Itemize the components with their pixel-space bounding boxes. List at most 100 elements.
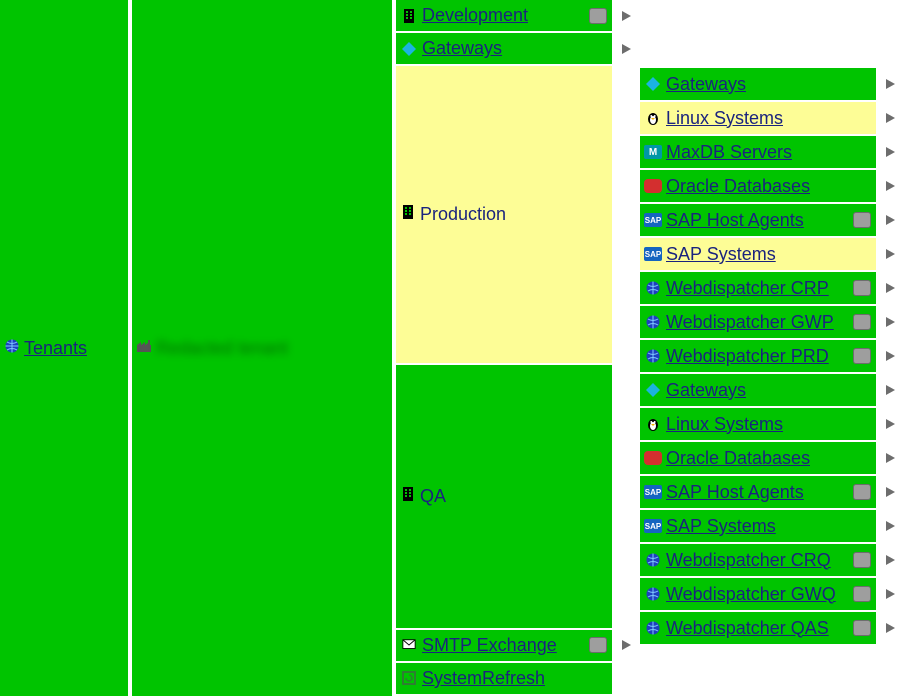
system-cell[interactable]: Webdispatcher GWP xyxy=(640,306,876,338)
system-cell[interactable]: Webdispatcher GWQ xyxy=(640,578,876,610)
expand-arrow-icon[interactable] xyxy=(880,476,900,508)
expand-arrow-icon[interactable] xyxy=(616,0,636,31)
tenant-cell[interactable]: Redacted tenant xyxy=(132,0,392,696)
system-cell[interactable]: Linux Systems xyxy=(640,102,876,134)
expand-arrow-icon[interactable] xyxy=(880,306,900,338)
gateway-icon xyxy=(400,40,418,58)
system-cell[interactable]: Gateways xyxy=(640,68,876,100)
globe-icon xyxy=(644,619,662,637)
env-cell[interactable]: SystemRefresh xyxy=(396,663,612,694)
globe-icon xyxy=(4,338,20,359)
system-row: Webdispatcher QAS xyxy=(640,612,900,644)
system-label[interactable]: Webdispatcher GWQ xyxy=(666,584,836,605)
system-cell[interactable]: Oracle Databases xyxy=(640,442,876,474)
env-label[interactable]: SystemRefresh xyxy=(422,668,545,689)
globe-icon xyxy=(644,585,662,603)
expand-arrow-icon[interactable] xyxy=(880,374,900,406)
expand-arrow-icon[interactable] xyxy=(880,170,900,202)
system-label[interactable]: Oracle Databases xyxy=(666,448,810,469)
expand-arrow-icon[interactable] xyxy=(880,578,900,610)
system-cell[interactable]: MMaxDB Servers xyxy=(640,136,876,168)
system-cell[interactable]: Webdispatcher CRQ xyxy=(640,544,876,576)
system-label[interactable]: Linux Systems xyxy=(666,414,783,435)
system-cell[interactable]: Webdispatcher CRP xyxy=(640,272,876,304)
list-badge-icon xyxy=(854,349,870,363)
tenants-cell[interactable]: Tenants xyxy=(0,0,128,696)
list-badge-icon xyxy=(854,315,870,329)
gateway-icon xyxy=(644,381,662,399)
list-badge-icon xyxy=(854,281,870,295)
system-label[interactable]: SAP Host Agents xyxy=(666,482,804,503)
env-row: QA xyxy=(396,365,636,628)
system-cell[interactable]: Linux Systems xyxy=(640,408,876,440)
list-badge-icon xyxy=(854,553,870,567)
expand-arrow-icon[interactable] xyxy=(616,630,636,661)
list-badge-icon xyxy=(854,621,870,635)
system-row: Webdispatcher CRP xyxy=(640,272,900,304)
expand-arrow-icon[interactable] xyxy=(880,442,900,474)
factory-icon xyxy=(136,338,152,359)
system-label[interactable]: SAP Systems xyxy=(666,244,776,265)
system-label[interactable]: Linux Systems xyxy=(666,108,783,129)
system-row: Webdispatcher CRQ xyxy=(640,544,900,576)
expand-arrow-icon[interactable] xyxy=(880,204,900,236)
env-label[interactable]: SMTP Exchange xyxy=(422,635,557,656)
system-label[interactable]: Webdispatcher PRD xyxy=(666,346,829,367)
expand-arrow-icon[interactable] xyxy=(880,340,900,372)
system-cell[interactable]: Gateways xyxy=(640,374,876,406)
system-label[interactable]: Oracle Databases xyxy=(666,176,810,197)
tux-icon xyxy=(644,109,662,127)
expand-arrow-icon[interactable] xyxy=(880,510,900,542)
building-icon xyxy=(400,204,416,225)
system-cell[interactable]: Webdispatcher QAS xyxy=(640,612,876,644)
system-cell[interactable]: SAPSAP Host Agents xyxy=(640,204,876,236)
system-cell[interactable]: SAPSAP Host Agents xyxy=(640,476,876,508)
building-icon xyxy=(400,486,416,507)
expand-arrow-icon[interactable] xyxy=(880,102,900,134)
col4-leading-spacer xyxy=(640,0,900,68)
system-cell[interactable]: SAPSAP Systems xyxy=(640,510,876,542)
system-label[interactable]: Gateways xyxy=(666,74,746,95)
env-cell[interactable]: SMTP Exchange xyxy=(396,630,612,661)
col-tenants: Tenants xyxy=(0,0,132,696)
tenants-link[interactable]: Tenants xyxy=(24,338,87,359)
env-label[interactable]: Development xyxy=(422,5,528,26)
env-label[interactable]: Gateways xyxy=(422,38,502,59)
system-row: Gateways xyxy=(640,68,900,100)
system-label[interactable]: Webdispatcher CRQ xyxy=(666,550,831,571)
tenant-link-blurred[interactable]: Redacted tenant xyxy=(156,338,288,359)
env-cell[interactable]: Production xyxy=(396,66,612,362)
system-row: SAPSAP Systems xyxy=(640,510,900,542)
sapha-icon: SAP xyxy=(644,211,662,229)
system-row: Gateways xyxy=(640,374,900,406)
expand-arrow-icon[interactable] xyxy=(880,238,900,270)
system-label[interactable]: Webdispatcher GWP xyxy=(666,312,834,333)
system-row: Oracle Databases xyxy=(640,170,900,202)
system-cell[interactable]: Webdispatcher PRD xyxy=(640,340,876,372)
system-label[interactable]: SAP Host Agents xyxy=(666,210,804,231)
expand-arrow-icon[interactable] xyxy=(880,68,900,100)
expand-arrow-icon[interactable] xyxy=(880,408,900,440)
system-label[interactable]: MaxDB Servers xyxy=(666,142,792,163)
env-label[interactable]: Production xyxy=(420,204,506,225)
system-cell[interactable]: SAPSAP Systems xyxy=(640,238,876,270)
env-cell[interactable]: QA xyxy=(396,365,612,628)
env-cell[interactable]: Gateways xyxy=(396,33,612,64)
sapha-icon: SAP xyxy=(644,483,662,501)
oracle-icon xyxy=(644,177,662,195)
expand-arrow-icon[interactable] xyxy=(880,612,900,644)
expand-arrow-icon[interactable] xyxy=(880,136,900,168)
system-label[interactable]: Webdispatcher CRP xyxy=(666,278,829,299)
mail-icon xyxy=(400,636,418,654)
env-label[interactable]: QA xyxy=(420,486,446,507)
expand-arrow-icon[interactable] xyxy=(880,272,900,304)
expand-arrow-icon[interactable] xyxy=(880,544,900,576)
system-label[interactable]: Webdispatcher QAS xyxy=(666,618,829,639)
system-label[interactable]: SAP Systems xyxy=(666,516,776,537)
env-row: SystemRefresh xyxy=(396,663,636,694)
env-cell[interactable]: Development xyxy=(396,0,612,31)
refresh-icon xyxy=(400,669,418,687)
expand-arrow-icon[interactable] xyxy=(616,33,636,64)
system-cell[interactable]: Oracle Databases xyxy=(640,170,876,202)
system-label[interactable]: Gateways xyxy=(666,380,746,401)
